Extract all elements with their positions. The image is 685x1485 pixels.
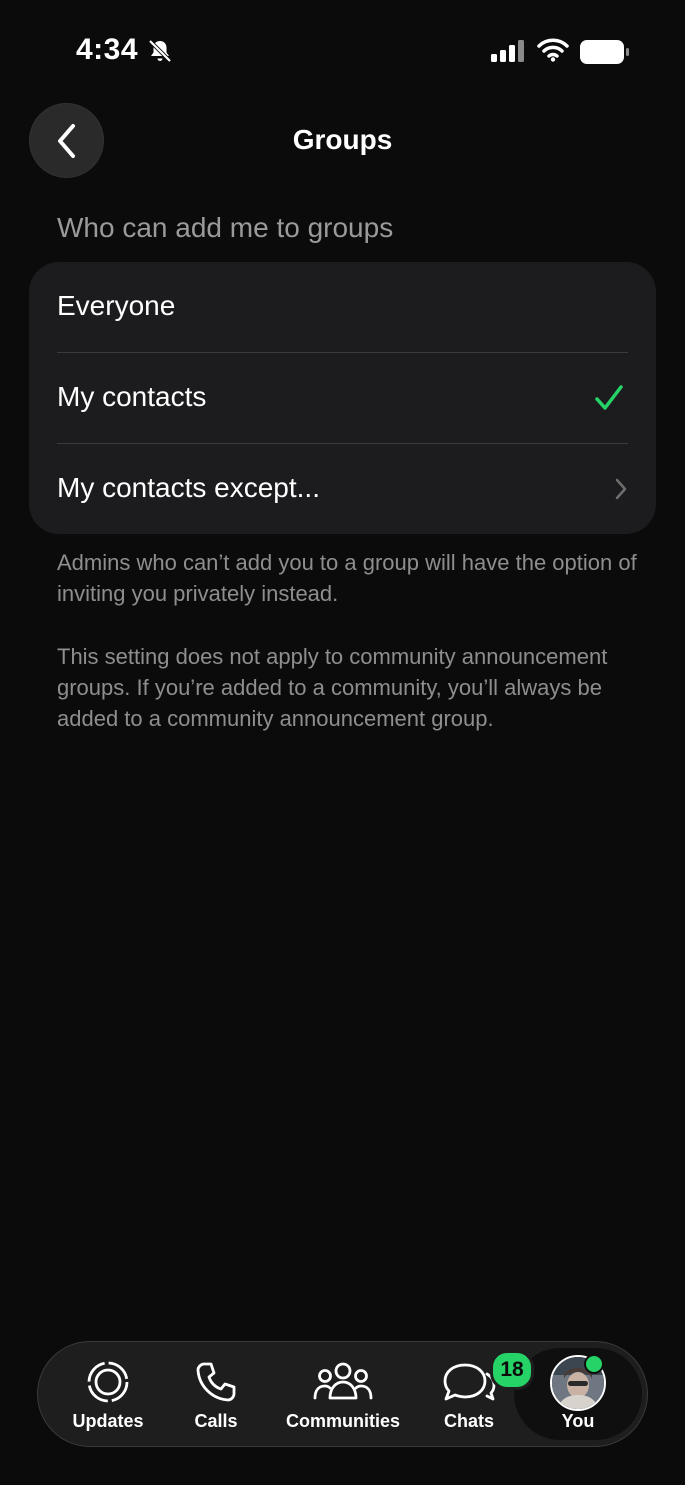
group-privacy-options: Everyone My contacts My contacts except.… [29,262,656,534]
option-label: My contacts [57,381,207,412]
wifi-icon [537,38,569,62]
footnote-community: This setting does not apply to community… [57,644,608,731]
tab-calls[interactable]: Calls [176,1342,256,1445]
updates-icon [87,1361,129,1403]
page-title: Groups [292,124,393,155]
chevron-right-icon [615,478,627,500]
tab-communities[interactable]: Communities [278,1342,408,1445]
option-label: My contacts except... [57,472,320,503]
battery-icon [580,40,629,64]
option-my-contacts[interactable]: My contacts [29,353,656,443]
tab-label: Chats [443,1411,494,1431]
chats-icon [443,1363,496,1401]
section-header: Who can add me to groups [57,212,394,243]
communities-icon [313,1362,373,1400]
option-everyone[interactable]: Everyone [29,262,656,352]
footnote-inviting: Admins who can’t add you to a group will… [57,550,637,606]
tab-updates[interactable]: Updates [58,1342,158,1445]
online-status-dot [584,1354,604,1374]
bell-muted-icon [148,39,172,63]
option-my-contacts-except[interactable]: My contacts except... [29,444,656,534]
tab-label: You [561,1411,595,1431]
status-bar: 4:34 [0,0,685,100]
checkmark-icon [595,385,623,410]
option-label: Everyone [57,290,176,321]
cellular-signal-icon [491,40,524,62]
tab-bar: Updates Calls Communities Chats 18 You [37,1341,648,1447]
tab-label: Calls [194,1411,238,1431]
phone-icon [196,1362,236,1402]
tab-label: Updates [72,1411,144,1431]
tab-label: Communities [285,1411,400,1431]
status-time: 4:34 [76,33,139,66]
